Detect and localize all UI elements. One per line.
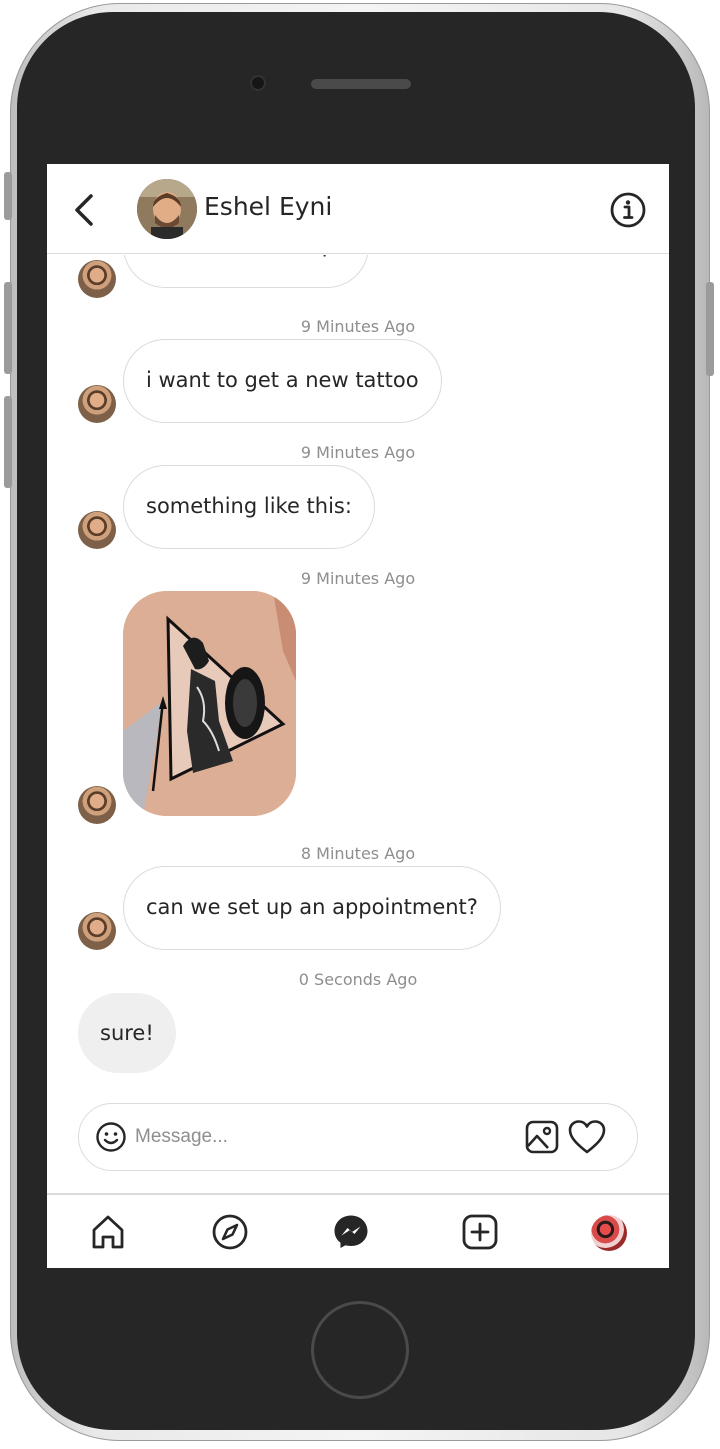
compass-icon[interactable] xyxy=(211,1213,249,1251)
message-bubble[interactable]: i want to get a new tattoo xyxy=(123,339,442,423)
home-icon[interactable] xyxy=(89,1213,127,1251)
contact-name[interactable]: Eshel Eyni xyxy=(204,192,332,221)
mute-switch xyxy=(4,172,12,220)
screen: Eshel Eyni Hi kate, what's up? 9 Minutes… xyxy=(47,164,669,1268)
bottom-navigation xyxy=(47,1193,669,1268)
power-button xyxy=(706,282,714,376)
message-composer xyxy=(78,1103,638,1171)
own-message-bubble[interactable]: sure! xyxy=(78,993,176,1073)
message-input[interactable] xyxy=(135,1118,505,1156)
sender-avatar xyxy=(78,511,116,549)
contact-avatar[interactable] xyxy=(137,179,197,239)
message-bubble[interactable]: Hi kate, what's up? xyxy=(123,255,370,288)
sender-avatar xyxy=(78,260,116,298)
plus-square-icon[interactable] xyxy=(461,1213,499,1251)
heart-icon[interactable] xyxy=(568,1119,606,1155)
chevron-left-icon[interactable] xyxy=(67,190,101,230)
message-bubble[interactable]: can we set up an appointment? xyxy=(123,866,501,950)
sender-avatar xyxy=(78,912,116,950)
volume-up-button xyxy=(4,282,12,374)
message-thread[interactable]: Hi kate, what's up? 9 Minutes Ago i want… xyxy=(47,255,669,1095)
message-timestamp: 9 Minutes Ago xyxy=(300,569,416,588)
message-bubble[interactable]: something like this: xyxy=(123,465,375,549)
tattoo-photo[interactable] xyxy=(123,591,296,816)
chat-header: Eshel Eyni xyxy=(47,164,669,254)
profile-avatar[interactable] xyxy=(591,1215,627,1251)
volume-down-button xyxy=(4,396,12,488)
messenger-icon[interactable] xyxy=(332,1213,370,1251)
home-button[interactable] xyxy=(311,1301,409,1399)
message-timestamp: 9 Minutes Ago xyxy=(300,317,416,336)
message-timestamp: 8 Minutes Ago xyxy=(300,844,416,863)
earpiece-speaker xyxy=(311,79,411,89)
info-icon[interactable] xyxy=(609,191,647,229)
message-timestamp: 0 Seconds Ago xyxy=(298,970,418,989)
sender-avatar xyxy=(78,385,116,423)
sender-avatar xyxy=(78,786,116,824)
image-icon[interactable] xyxy=(524,1119,560,1155)
message-timestamp: 9 Minutes Ago xyxy=(300,443,416,462)
smiley-icon[interactable] xyxy=(95,1121,127,1153)
front-camera xyxy=(250,75,266,91)
